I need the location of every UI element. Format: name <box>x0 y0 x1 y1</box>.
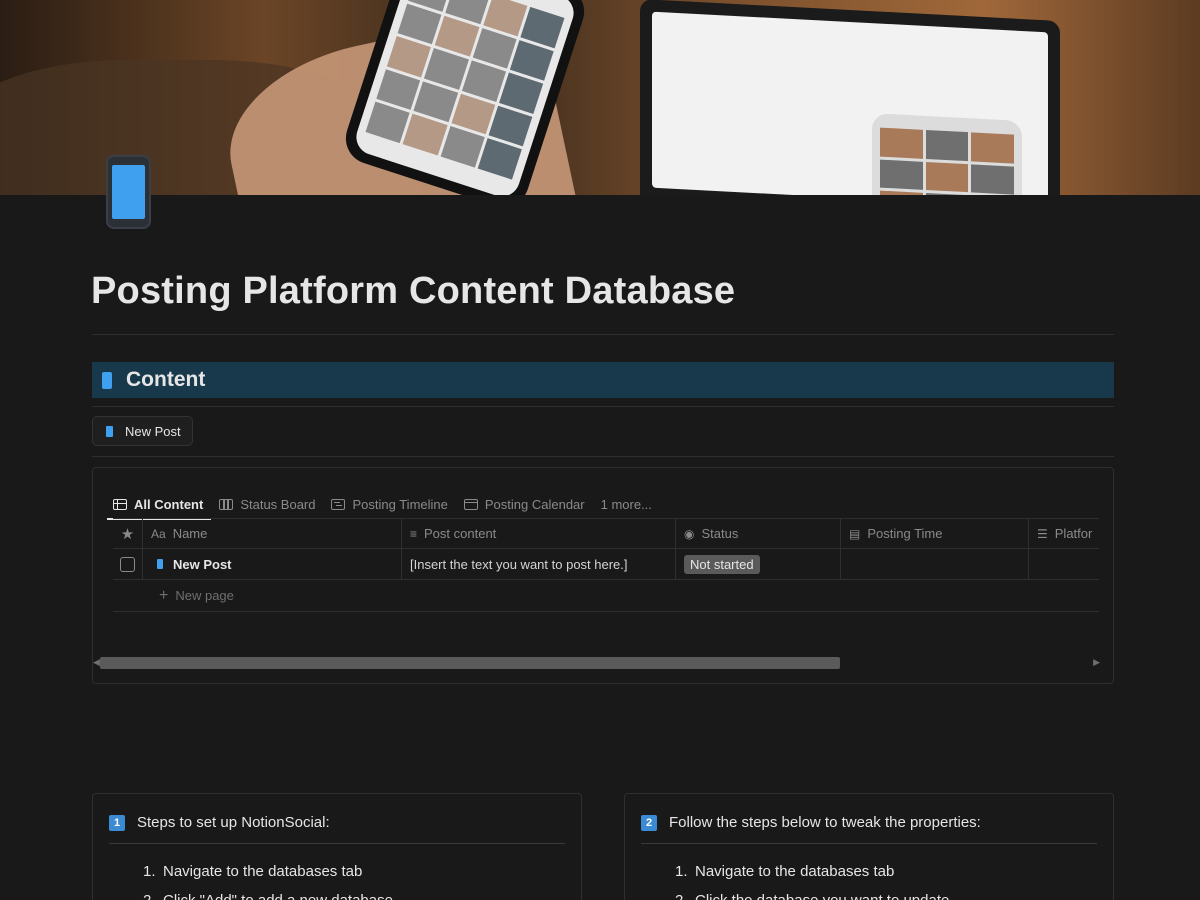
callout-title[interactable]: Steps to set up NotionSocial: <box>137 814 330 831</box>
timeline-icon <box>331 498 346 510</box>
content-divider-bottom <box>92 456 1114 457</box>
text-property-icon: Aa <box>151 526 166 541</box>
tab-label: All Content <box>134 496 204 512</box>
status-cell[interactable]: Not started <box>676 549 841 579</box>
status-icon: ◉ <box>684 526 695 541</box>
column-label: Name <box>172 526 208 541</box>
more-views-label: 1 more... <box>600 496 652 512</box>
favorite-column-header[interactable]: ★ <box>113 519 143 548</box>
page-title[interactable]: Posting Platform Content Database <box>91 270 735 313</box>
new-page-label: New page <box>175 588 234 603</box>
posting-time-cell[interactable] <box>841 549 1029 579</box>
list-item[interactable]: 2.Click "Add" to add a new database <box>143 886 393 900</box>
table-row[interactable]: New Post [Insert the text you want to po… <box>113 549 1099 580</box>
tab-posting-calendar[interactable]: Posting Calendar <box>463 489 585 519</box>
lines-icon: ≡ <box>410 526 418 541</box>
row-checkbox[interactable] <box>120 556 135 572</box>
name-cell[interactable]: New Post <box>143 549 402 579</box>
setup-steps-callout: 1 Steps to set up NotionSocial: 1. Naviga… <box>92 793 582 900</box>
title-divider <box>92 334 1114 335</box>
step-text: Click the database you want to update <box>695 892 949 900</box>
number-two-icon: 2 <box>641 814 657 831</box>
post-content-text: [Insert the text you want to post here.] <box>410 556 628 572</box>
list-item[interactable]: 2.Click the database you want to update <box>675 886 949 900</box>
tab-label: Posting Timeline <box>352 496 448 512</box>
new-page-button[interactable]: + New page <box>113 580 1099 612</box>
tab-label: Status Board <box>240 496 316 512</box>
page-cover-image <box>0 0 1200 195</box>
content-heading-label: Content <box>126 368 206 391</box>
horizontal-scrollbar[interactable]: ◀ ▶ <box>93 657 1108 671</box>
database-table: ★ Aa Name ≡ Post content ◉ Status ▤ Post… <box>113 518 1099 612</box>
table-icon <box>113 498 127 510</box>
step-text: Click "Add" to add a new database <box>163 892 393 900</box>
tab-more-views[interactable]: 1 more... <box>601 489 652 519</box>
list-item[interactable]: 1. Navigate to the databases tab <box>675 857 949 886</box>
column-header-name[interactable]: Aa Name <box>143 519 402 548</box>
row-checkbox-cell[interactable] <box>113 549 143 579</box>
row-name: New Post <box>173 556 232 572</box>
callout-divider <box>641 843 1097 844</box>
number-one-icon: 1 <box>109 814 125 831</box>
column-label: Posting Time <box>867 526 943 541</box>
table-header-row: ★ Aa Name ≡ Post content ◉ Status ▤ Post… <box>113 518 1099 549</box>
callout-title[interactable]: Follow the steps below to tweak the prop… <box>669 814 981 831</box>
new-post-button-label: New Post <box>125 423 181 439</box>
column-label: Status <box>701 526 739 541</box>
step-text: Navigate to the databases tab <box>163 863 363 880</box>
list-icon: ☰ <box>1037 526 1048 541</box>
phone-icon <box>102 371 112 389</box>
column-header-status[interactable]: ◉ Status <box>676 519 841 548</box>
tweak-properties-callout: 2 Follow the steps below to tweak the pr… <box>624 793 1114 900</box>
status-badge: Not started <box>684 554 760 574</box>
calendar-icon: ▤ <box>849 526 861 541</box>
plus-icon: + <box>159 586 169 604</box>
database-view-tabs: All Content Status Board Posting Timelin… <box>106 489 668 520</box>
column-header-platform[interactable]: ☰ Platfor <box>1029 519 1099 548</box>
calendar-icon <box>463 498 478 510</box>
tab-label: Posting Calendar <box>484 496 585 512</box>
page-phone-icon[interactable] <box>106 155 151 229</box>
scrollbar-thumb[interactable] <box>100 657 840 669</box>
tab-posting-timeline[interactable]: Posting Timeline <box>331 489 448 519</box>
scroll-left-arrow-icon[interactable]: ◀ <box>93 657 100 668</box>
step-text: Navigate to the databases tab <box>695 863 895 880</box>
tab-all-content[interactable]: All Content <box>106 489 212 520</box>
content-database: All Content Status Board Posting Timelin… <box>92 467 1114 684</box>
board-icon <box>219 498 234 510</box>
content-heading[interactable]: Content <box>92 362 1114 398</box>
scroll-right-arrow-icon[interactable]: ▶ <box>1093 657 1100 668</box>
phone-icon <box>106 425 113 437</box>
steps-list: 1.Navigate to the databases tab 2.Click … <box>143 857 393 900</box>
callout-divider <box>109 843 565 844</box>
post-content-cell[interactable]: [Insert the text you want to post here.] <box>402 549 676 579</box>
column-label: Platfor <box>1054 526 1093 541</box>
column-header-posting-time[interactable]: ▤ Posting Time <box>841 519 1029 548</box>
content-divider-top <box>92 406 1114 407</box>
list-item[interactable]: 1. Navigate to the databases tab <box>143 857 393 886</box>
platform-cell[interactable] <box>1029 549 1099 579</box>
phone-icon <box>157 559 163 569</box>
new-post-button[interactable]: New Post <box>92 416 193 446</box>
steps-list: 1.Navigate to the databases tab 2.Click … <box>675 857 949 900</box>
star-icon: ★ <box>120 525 135 543</box>
tab-status-board[interactable]: Status Board <box>219 489 315 519</box>
column-label: Post content <box>424 526 497 541</box>
column-header-post-content[interactable]: ≡ Post content <box>402 519 676 548</box>
